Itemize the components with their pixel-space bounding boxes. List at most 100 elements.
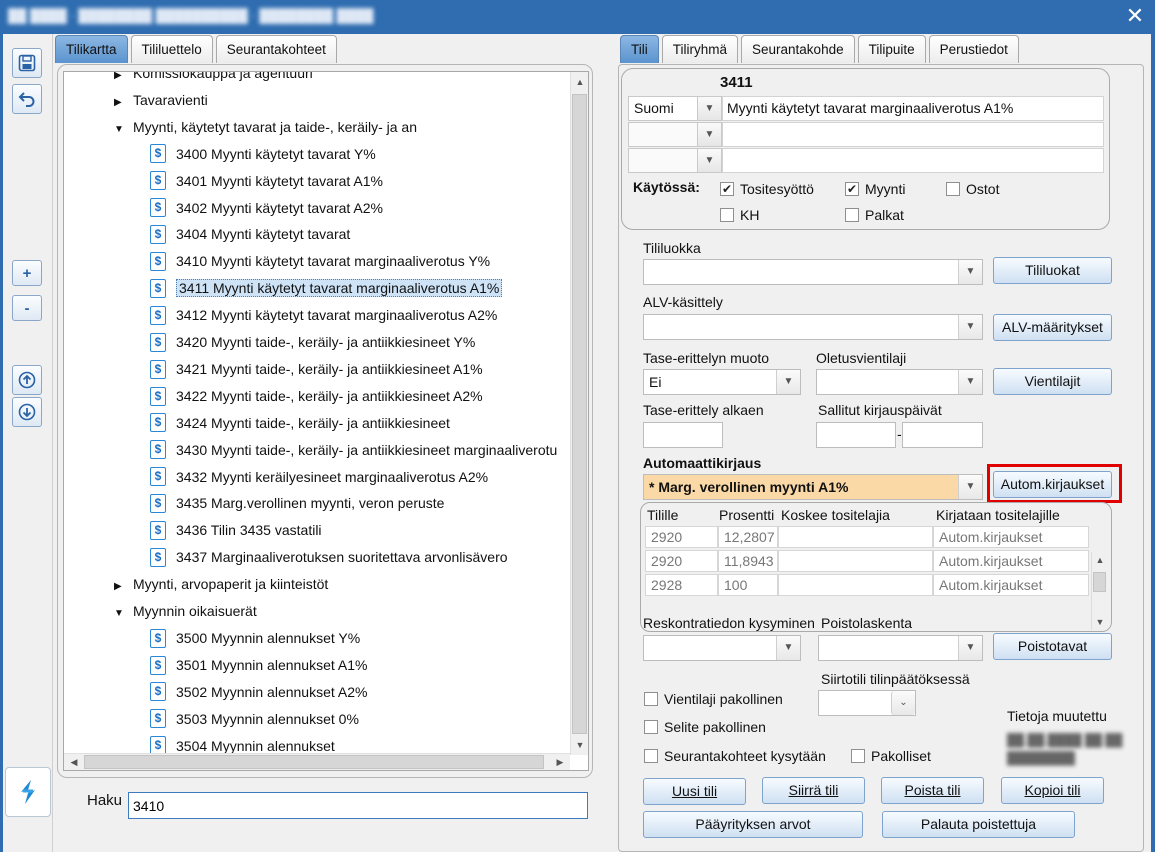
checkbox-box[interactable]: ✔ xyxy=(845,182,859,196)
alv-select[interactable]: ▼ xyxy=(643,314,983,340)
checkbox-box[interactable] xyxy=(720,208,734,222)
grid-cell[interactable] xyxy=(778,526,933,548)
tree-group[interactable]: ▶ Myynti, arvopaperit ja kiinteistöt xyxy=(114,573,328,595)
tree-item[interactable]: $3420 Myynti taide-, keräily- ja antiikk… xyxy=(150,331,475,353)
chevron-down-icon[interactable]: ▼ xyxy=(697,97,721,120)
tree-item[interactable]: $3410 Myynti käytetyt tavarat marginaali… xyxy=(150,250,490,272)
scroll-thumb[interactable] xyxy=(572,94,587,734)
alv-maaritykset-button[interactable]: ALV-määritykset xyxy=(993,314,1112,341)
chevron-down-icon[interactable]: ▼ xyxy=(958,475,982,499)
palauta-poistettuja-button[interactable]: Palauta poistettuja xyxy=(882,811,1075,838)
tree-item[interactable]: $3436 Tilin 3435 vastatili xyxy=(150,519,322,541)
tab-tilipuite[interactable]: Tilipuite xyxy=(857,35,926,63)
scroll-down-arrow-icon[interactable]: ▼ xyxy=(571,737,588,753)
caret-right-icon[interactable]: ▶ xyxy=(114,72,128,87)
caret-right-icon[interactable]: ▶ xyxy=(114,92,128,114)
tree-item[interactable]: $3504 Myynnin alennukset xyxy=(150,735,335,755)
move-down-icon[interactable] xyxy=(12,397,42,427)
grid-scroll-thumb[interactable] xyxy=(1093,572,1106,592)
account-tree[interactable]: ▶ Komissiokauppa ja agentuuri ▶ Tavaravient… xyxy=(63,71,589,771)
tree-item[interactable]: $3437 Marginaaliverotuksen suoritettava … xyxy=(150,546,508,568)
tree-item[interactable]: $3400 Myynti käytetyt tavarat Y% xyxy=(150,143,376,165)
expand-button[interactable]: + xyxy=(12,260,42,286)
kh-checkbox[interactable]: KH xyxy=(720,207,759,223)
tree-item[interactable]: $3401 Myynti käytetyt tavarat A1% xyxy=(150,170,383,192)
sallitut-start-input[interactable] xyxy=(816,422,896,448)
scroll-down-arrow-icon[interactable]: ▼ xyxy=(1092,614,1108,630)
tab-tili[interactable]: Tili xyxy=(620,35,659,63)
tree-item[interactable]: $3422 Myynti taide-, keräily- ja antiikk… xyxy=(150,385,483,407)
scroll-right-arrow-icon[interactable]: ▶ xyxy=(551,754,569,770)
grid-cell[interactable]: Autom.kirjaukset xyxy=(933,526,1089,548)
vientilajit-button[interactable]: Vientilajit xyxy=(993,368,1112,395)
pakolliset-checkbox[interactable]: Pakolliset xyxy=(851,748,931,764)
chevron-down-icon[interactable]: ⌄ xyxy=(891,691,915,715)
siirra-tili-button[interactable]: Siirrä tili xyxy=(762,777,865,804)
autom-kirjaukset-button[interactable]: Autom.kirjaukset xyxy=(993,471,1112,498)
seurantakohteet-kysytaan-checkbox[interactable]: Seurantakohteet kysytään xyxy=(644,748,826,764)
tree-vertical-scrollbar[interactable]: ▲ ▼ xyxy=(570,72,588,755)
tree-group[interactable]: ▶ Tavaravienti xyxy=(114,89,208,111)
tab-tilikartta[interactable]: Tilikartta xyxy=(55,35,128,63)
language-select-3[interactable]: ▼ xyxy=(628,148,722,173)
language-select-2[interactable]: ▼ xyxy=(628,122,722,147)
scroll-up-arrow-icon[interactable]: ▲ xyxy=(1092,552,1108,568)
caret-down-icon[interactable]: ▼ xyxy=(114,603,128,625)
checkbox-box[interactable]: ✔ xyxy=(720,182,734,196)
tree-item[interactable]: $3421 Myynti taide-, keräily- ja antiikk… xyxy=(150,358,483,380)
tree-horizontal-scrollbar[interactable]: ◀ ▶ xyxy=(64,753,570,770)
chevron-down-icon[interactable]: ▼ xyxy=(958,315,982,339)
selite-pakollinen-checkbox[interactable]: Selite pakollinen xyxy=(644,719,766,735)
sallitut-end-input[interactable] xyxy=(902,422,983,448)
poistotavat-button[interactable]: Poistotavat xyxy=(993,633,1112,660)
chevron-down-icon[interactable]: ▼ xyxy=(697,149,721,172)
poista-tili-button[interactable]: Poista tili xyxy=(881,777,984,804)
paayrityksen-arvot-button[interactable]: Pääyrityksen arvot xyxy=(643,811,863,838)
palkat-checkbox[interactable]: Palkat xyxy=(845,207,904,223)
grid-cell[interactable]: Autom.kirjaukset xyxy=(933,550,1089,572)
tree-item[interactable]: $3404 Myynti käytetyt tavarat xyxy=(150,223,350,245)
tree-item[interactable]: $3503 Myynnin alennukset 0% xyxy=(150,708,359,730)
tase-muoto-select[interactable]: Ei ▼ xyxy=(643,369,801,395)
ostot-checkbox[interactable]: Ostot xyxy=(946,181,999,197)
chevron-down-icon[interactable]: ▼ xyxy=(697,123,721,146)
tililuokat-button[interactable]: Tililuokat xyxy=(993,257,1112,284)
tree-item[interactable]: $3424 Myynti taide-, keräily- ja antiikk… xyxy=(150,412,450,434)
tree-item[interactable]: $3502 Myynnin alennukset A2% xyxy=(150,681,367,703)
tililuokka-select[interactable]: ▼ xyxy=(643,259,983,285)
automaatti-select[interactable]: * Marg. verollinen myynti A1% ▼ xyxy=(643,474,983,500)
undo-icon[interactable] xyxy=(12,84,42,114)
grid-cell[interactable] xyxy=(778,574,933,596)
collapse-button[interactable]: - xyxy=(12,295,42,321)
grid-cell[interactable]: 2928 xyxy=(645,574,718,596)
checkbox-box[interactable] xyxy=(845,208,859,222)
checkbox-box[interactable] xyxy=(644,749,658,763)
uusi-tili-button[interactable]: Uusi tili xyxy=(643,778,746,805)
chevron-down-icon[interactable]: ▼ xyxy=(958,260,982,284)
tree-item[interactable]: $3430 Myynti taide-, keräily- ja antiikk… xyxy=(150,439,557,461)
tab-seurantakohteet[interactable]: Seurantakohteet xyxy=(215,35,337,63)
tase-alkaen-input[interactable] xyxy=(643,422,723,448)
move-up-icon[interactable] xyxy=(12,365,42,395)
tree-item[interactable]: $3501 Myynnin alennukset A1% xyxy=(150,654,367,676)
oletusvientilaji-select[interactable]: ▼ xyxy=(816,369,983,395)
chevron-down-icon[interactable]: ▼ xyxy=(958,636,982,660)
grid-cell[interactable]: 11,8943 xyxy=(718,550,778,572)
tree-item[interactable]: $3432 Myynti keräilyesineet marginaalive… xyxy=(150,466,488,488)
tree-group[interactable]: ▼ Myynti, käytetyt tavarat ja taide-, ker… xyxy=(114,116,417,138)
tree-item[interactable]: $3402 Myynti käytetyt tavarat A2% xyxy=(150,197,383,219)
grid-cell[interactable]: 2920 xyxy=(645,550,718,572)
caret-down-icon[interactable]: ▼ xyxy=(114,119,128,141)
tree-group[interactable]: ▶ Komissiokauppa ja agentuuri xyxy=(114,72,313,84)
tree-item[interactable]: $3435 Marg.verollinen myynti, veron peru… xyxy=(150,492,444,514)
caret-right-icon[interactable]: ▶ xyxy=(114,576,128,598)
reskontra-select[interactable]: ▼ xyxy=(643,635,801,661)
search-input[interactable] xyxy=(128,792,588,819)
close-button[interactable]: ✕ xyxy=(1123,4,1147,28)
tree-item[interactable]: $3500 Myynnin alennukset Y% xyxy=(150,627,360,649)
vientilaji-pakollinen-checkbox[interactable]: Vientilaji pakollinen xyxy=(644,691,783,707)
kopioi-tili-button[interactable]: Kopioi tili xyxy=(1001,777,1104,804)
checkbox-box[interactable] xyxy=(851,749,865,763)
tab-seurantakohde[interactable]: Seurantakohde xyxy=(741,35,855,63)
scroll-up-arrow-icon[interactable]: ▲ xyxy=(571,74,588,90)
